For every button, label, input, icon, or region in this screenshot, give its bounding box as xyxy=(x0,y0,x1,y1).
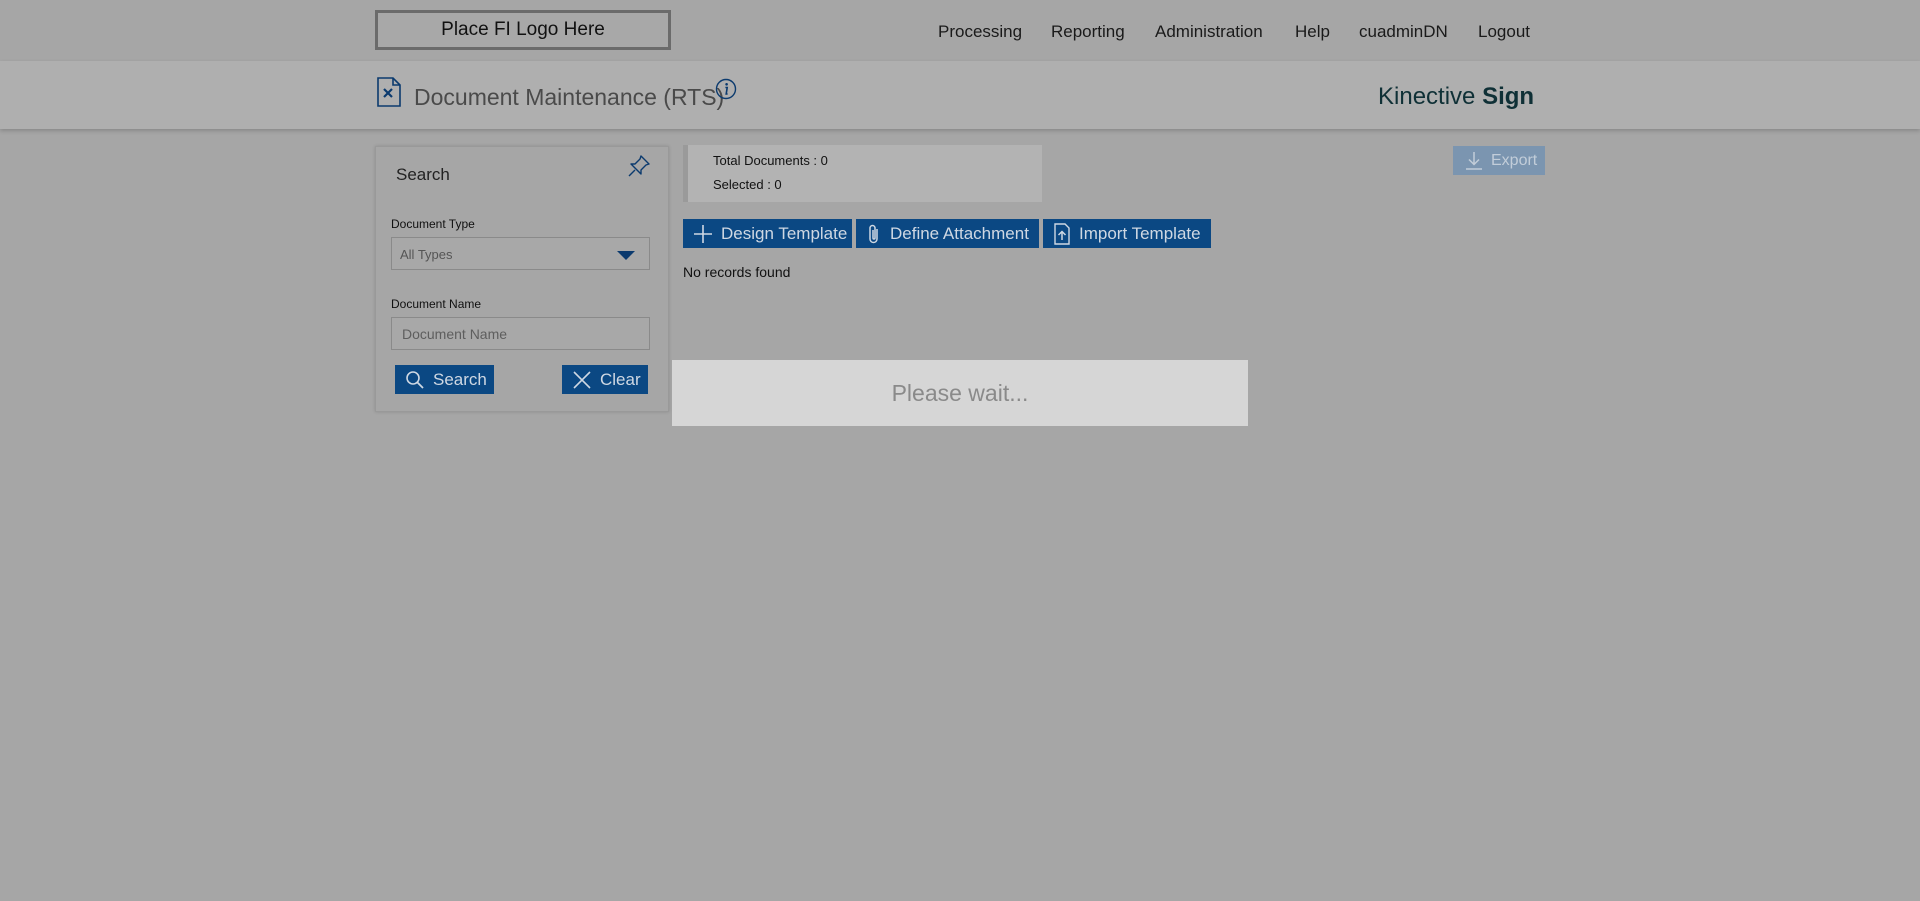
clear-button[interactable]: Clear xyxy=(562,365,648,394)
nav-user[interactable]: cuadminDN xyxy=(1359,22,1448,42)
plus-icon xyxy=(694,224,712,243)
nav-administration[interactable]: Administration xyxy=(1155,22,1263,42)
brand-logo: Kinective Sign xyxy=(1378,83,1535,110)
nav-reporting[interactable]: Reporting xyxy=(1051,22,1125,42)
paperclip-icon xyxy=(869,224,878,243)
loading-dialog: Please wait... xyxy=(672,360,1248,426)
document-icon xyxy=(376,76,402,113)
close-icon xyxy=(573,370,591,389)
search-button[interactable]: Search xyxy=(395,365,494,394)
search-panel: Search Document Type All Types Document … xyxy=(375,146,669,412)
selected-count: Selected : 0 xyxy=(713,177,782,192)
search-icon xyxy=(406,370,424,389)
main-nav: Processing Reporting Administration Help… xyxy=(0,22,1920,46)
import-template-button[interactable]: Import Template xyxy=(1043,219,1211,248)
design-template-button[interactable]: Design Template xyxy=(683,219,852,248)
document-type-label: Document Type xyxy=(391,217,475,231)
nav-processing[interactable]: Processing xyxy=(938,22,1022,42)
no-records-message: No records found xyxy=(683,264,791,280)
nav-help[interactable]: Help xyxy=(1295,22,1330,42)
document-name-input[interactable] xyxy=(391,317,650,350)
download-icon xyxy=(1466,151,1482,170)
info-icon[interactable] xyxy=(715,78,737,105)
document-stats: Total Documents : 0 Selected : 0 xyxy=(683,145,1042,202)
search-panel-title: Search xyxy=(396,165,450,184)
define-attachment-button[interactable]: Define Attachment xyxy=(856,219,1039,248)
page-header xyxy=(0,61,1920,129)
top-bar: Place FI Logo Here Processing Reporting … xyxy=(0,0,1920,61)
document-type-select[interactable]: All Types xyxy=(391,237,650,270)
export-button[interactable]: Export xyxy=(1453,146,1545,175)
page-title: Document Maintenance (RTS) xyxy=(414,84,725,110)
file-upload-icon xyxy=(1054,222,1070,245)
chevron-down-icon xyxy=(617,251,635,260)
pin-icon[interactable] xyxy=(626,153,652,184)
total-documents: Total Documents : 0 xyxy=(713,153,828,168)
document-name-label: Document Name xyxy=(391,297,482,311)
nav-logout[interactable]: Logout xyxy=(1478,22,1530,42)
